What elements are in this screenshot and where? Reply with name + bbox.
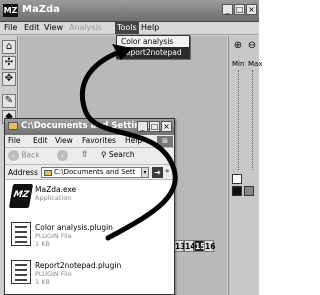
move-icon[interactable]: ✣ (2, 56, 16, 70)
mazda-window-controls: _ □ × (222, 4, 257, 15)
num-button[interactable]: 13 (174, 240, 185, 252)
menu-tools[interactable]: Tools (115, 22, 139, 34)
plugin-file-icon (11, 222, 31, 246)
zoom-out-icon[interactable]: ⊖ (246, 40, 258, 52)
address-input[interactable]: C:\Documents and Sett (41, 167, 149, 178)
folder-icon (8, 122, 18, 130)
file-size: 1 KB (35, 278, 50, 286)
explorer-title-bar: C:\Documents and Settings\... _ □ × (5, 119, 174, 135)
file-name: Color analysis.plugin (35, 223, 113, 232)
file-item-color-analysis[interactable]: Color analysis.plugin PLUGIN File 1 KB (11, 222, 171, 252)
menu-item-color-analysis[interactable]: Color analysis (117, 36, 189, 47)
go-button[interactable]: ➜ (152, 167, 163, 178)
forward-arrow-icon: › (57, 150, 68, 161)
num-button[interactable]: 16 (204, 240, 215, 252)
explorer-window: C:\Documents and Settings\... _ □ × File… (4, 118, 175, 295)
menu-view[interactable]: View (55, 136, 73, 145)
max-label: Max (248, 60, 263, 68)
menu-file[interactable]: File (8, 136, 21, 145)
num-button[interactable]: 14 (184, 240, 195, 252)
max-scale[interactable] (252, 70, 258, 170)
mazda-menu-bar: File Edit View Analysis Tools Help (0, 22, 259, 35)
min-scale[interactable] (238, 70, 244, 170)
folder-icon (44, 170, 52, 176)
mazda-app-icon: MZ (8, 184, 34, 208)
num-button-selected[interactable]: 15 (194, 240, 205, 252)
menu-help[interactable]: Help (141, 23, 159, 32)
tools-dropdown-menu: Color analysis Report2notepad (116, 35, 190, 59)
maximize-button[interactable]: □ (149, 121, 160, 132)
min-label: Min (232, 60, 245, 68)
menu-edit[interactable]: Edit (24, 23, 40, 32)
back-button[interactable]: ‹ Back (8, 150, 40, 161)
mazda-logo-icon: MZ (3, 4, 18, 17)
back-arrow-icon: ‹ (8, 150, 19, 161)
search-icon: ⚲ (101, 150, 107, 159)
pan-icon[interactable]: ✥ (2, 72, 16, 86)
file-size: 1 KB (35, 240, 50, 248)
file-item-mazda-exe[interactable]: MZ MaZda.exe Application (8, 184, 171, 214)
channel-number-bar: 13 14 15 16 (174, 240, 228, 252)
search-label: Search (108, 150, 135, 159)
plugin-file-icon (11, 260, 31, 284)
black-swatch[interactable] (232, 186, 242, 196)
minimize-button[interactable]: _ (137, 121, 148, 132)
file-name: Report2notepad.plugin (35, 261, 122, 270)
file-item-report2notepad[interactable]: Report2notepad.plugin PLUGIN File 1 KB (11, 260, 171, 290)
white-swatch[interactable] (232, 174, 242, 184)
gray-swatch[interactable] (244, 186, 254, 196)
file-type: PLUGIN File (35, 232, 72, 240)
explorer-nav-toolbar: ‹ Back › ⇧ ⚲ Search » (5, 148, 174, 165)
address-bar: Address C:\Documents and Sett ▾ ➜ » (5, 165, 174, 180)
address-label: Address (8, 168, 38, 177)
menu-view[interactable]: View (44, 23, 63, 32)
file-type: PLUGIN File (35, 270, 72, 278)
pen-icon[interactable]: ✎ (2, 94, 16, 108)
file-list: MZ MaZda.exe Application Color analysis.… (5, 180, 174, 294)
address-overflow[interactable]: » (165, 167, 169, 175)
menu-overflow[interactable]: » (145, 136, 150, 145)
address-value: C:\Documents and Sett (54, 168, 136, 176)
search-button[interactable]: ⚲ Search (101, 150, 135, 159)
toolbar-overflow[interactable]: » (163, 150, 168, 159)
close-button[interactable]: × (246, 4, 257, 15)
back-label: Back (21, 150, 40, 160)
menu-edit[interactable]: Edit (33, 136, 48, 145)
zoom-in-icon[interactable]: ⊕ (232, 40, 244, 52)
close-button[interactable]: × (161, 121, 172, 132)
explorer-menu-bar: File Edit View Favorites Help » ⊞ (5, 135, 174, 148)
maximize-button[interactable]: □ (234, 4, 245, 15)
minimize-button[interactable]: _ (222, 4, 233, 15)
file-name: MaZda.exe (35, 185, 77, 194)
menu-help[interactable]: Help (125, 136, 142, 145)
open-icon[interactable]: ⌂ (2, 40, 16, 54)
mazda-window-title: MaZda (22, 4, 60, 15)
menu-item-report2notepad[interactable]: Report2notepad (117, 47, 189, 58)
explorer-window-controls: _ □ × (137, 121, 172, 132)
mazda-title-bar: MZ MaZda _ □ × (0, 0, 259, 22)
forward-button[interactable]: › (57, 150, 68, 161)
menu-favorites[interactable]: Favorites (82, 136, 116, 145)
menu-file[interactable]: File (4, 23, 17, 32)
windows-flag-icon: ⊞ (157, 136, 173, 147)
mazda-right-panel: ⊕ ⊖ Min Max (228, 36, 263, 295)
up-folder-icon[interactable]: ⇧ (81, 150, 89, 160)
menu-analysis[interactable]: Analysis (69, 23, 102, 32)
file-type: Application (35, 194, 72, 202)
address-dropdown[interactable]: ▾ (141, 167, 149, 178)
